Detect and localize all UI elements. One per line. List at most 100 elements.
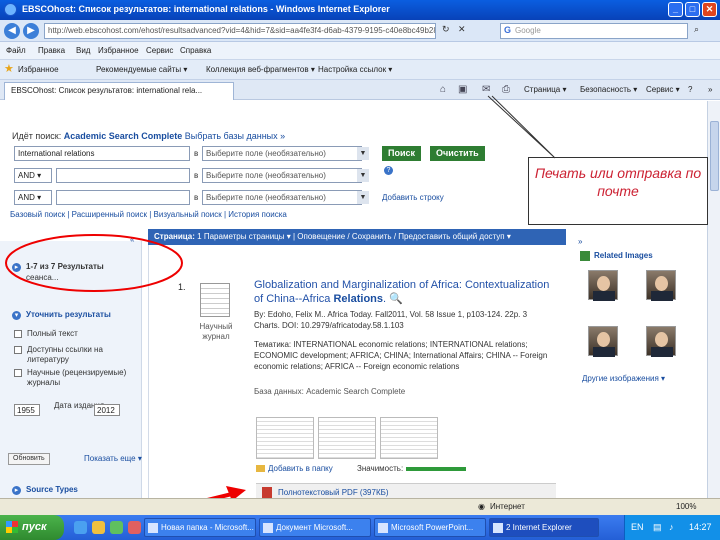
result-title[interactable]: Globalization and Marginalization of Afr… [254, 278, 554, 306]
add-row-link[interactable]: Добавить строку [382, 193, 444, 202]
expand-icon[interactable]: ▾ [12, 311, 21, 320]
share-menu[interactable]: Оповещение / Сохранить / Предоставить об… [297, 232, 511, 241]
visual-search-link[interactable]: Визуальный поиск [154, 210, 222, 219]
zoom-level[interactable]: 100% [676, 502, 696, 511]
mail-icon[interactable]: ✉ [482, 84, 490, 95]
choose-databases-link[interactable]: Выбрать базы данных » [185, 131, 285, 141]
more-images-link[interactable]: Другие изображения ▾ [582, 374, 665, 383]
taskbar-item-folder[interactable]: Новая папка - Microsoft... [144, 518, 256, 537]
help-icon[interactable]: ? [688, 85, 692, 94]
search-box[interactable]: G Google [500, 23, 688, 39]
address-input[interactable]: http://web.ebscohost.com/ehost/resultsad… [44, 23, 436, 39]
advanced-search-link[interactable]: Расширенный поиск [72, 210, 147, 219]
search-history-link[interactable]: История поиска [228, 210, 287, 219]
year-to-input[interactable]: 2012 [94, 404, 120, 416]
field-select-2[interactable]: Выберите поле (необязательно) [202, 168, 362, 183]
collapse-left-icon[interactable]: « [130, 235, 134, 244]
search-go-icon[interactable]: ⌕ [694, 24, 699, 35]
clock[interactable]: 14:27 [689, 522, 712, 532]
checkbox-fulltext[interactable] [14, 330, 22, 338]
tray-volume-icon[interactable]: ♪ [669, 522, 674, 532]
document-icon[interactable] [200, 283, 230, 317]
maximize-button[interactable]: □ [685, 2, 700, 17]
taskbar-item-ie[interactable]: 2 Internet Explorer [489, 518, 599, 537]
chevron-down-icon[interactable]: ▼ [357, 169, 369, 182]
menu-view[interactable]: Вид [76, 46, 90, 55]
refresh-icon[interactable]: ↻ [442, 24, 450, 35]
search-term-3[interactable] [56, 190, 190, 205]
show-more-link[interactable]: Показать еще ▾ [84, 454, 142, 463]
search-term-1[interactable]: International relations [14, 146, 190, 161]
bool-select-3[interactable]: AND ▾ [14, 190, 52, 205]
menu-edit[interactable]: Правка [38, 46, 65, 55]
vertical-scrollbar[interactable] [707, 101, 720, 515]
menu-favorites[interactable]: Избранное [98, 46, 139, 55]
menu-help[interactable]: Справка [180, 46, 211, 55]
search-term-2[interactable] [56, 168, 190, 183]
tray-network-icon[interactable]: ▤ [653, 522, 662, 533]
page-thumbnail-1[interactable] [256, 417, 314, 459]
page-thumbnail-3[interactable] [380, 417, 438, 459]
page-number[interactable]: 1 [197, 232, 201, 241]
close-window-button[interactable]: ✕ [702, 2, 717, 17]
field-select-3[interactable]: Выберите поле (необязательно) [202, 190, 362, 205]
print-icon[interactable]: ⎙ [502, 84, 510, 95]
field-select-1[interactable]: Выберите поле (необязательно) [202, 146, 362, 161]
results-subtext: сеанса... [26, 273, 59, 282]
favorites-button[interactable]: Избранное [18, 65, 59, 74]
safety-menu[interactable]: Безопасность ▾ [580, 85, 637, 94]
favorites-item-links[interactable]: Настройка ссылок ▾ [318, 65, 392, 74]
help-icon[interactable]: ? [384, 166, 393, 175]
taskbar-item-powerpoint[interactable]: Microsoft PowerPoint... [374, 518, 486, 537]
pdf-fulltext-link[interactable]: Полнотекстовый PDF (397КБ) [278, 488, 389, 497]
page-thumbnail-2[interactable] [318, 417, 376, 459]
clear-button[interactable]: Очистить [430, 146, 485, 161]
expand-icon[interactable]: ▸ [12, 263, 21, 272]
favorites-star-icon[interactable]: ★ [4, 62, 14, 75]
collapse-right-icon[interactable]: » [578, 237, 582, 246]
back-button[interactable]: ◀ [4, 23, 20, 39]
page-menu[interactable]: Страница ▾ [524, 85, 567, 94]
bool-select-2[interactable]: AND ▾ [14, 168, 52, 183]
quicklaunch-media-icon[interactable] [128, 521, 141, 534]
checkbox-peer-reviewed[interactable] [14, 369, 22, 377]
forward-button[interactable]: ▶ [23, 23, 39, 39]
source-types-heading[interactable]: Source Types [26, 485, 78, 494]
taskbar-item-word[interactable]: Документ Microsoft... [259, 518, 371, 537]
minimize-button[interactable]: _ [668, 2, 683, 17]
menu-tools[interactable]: Сервис [146, 46, 173, 55]
search-button[interactable]: Поиск [382, 146, 422, 161]
feeds-icon[interactable]: ▣ [458, 84, 467, 95]
favorites-item-suggested[interactable]: Рекомендуемые сайты ▾ [96, 65, 187, 74]
tools-menu[interactable]: Сервис ▾ [646, 85, 680, 94]
searching-header: Идёт поиск: Academic Search Complete Выб… [12, 131, 285, 141]
browser-tab[interactable]: EBSCOhost: Список результатов: internati… [4, 82, 234, 100]
quicklaunch-desktop-icon[interactable] [110, 521, 123, 534]
basic-search-link[interactable]: Базовый поиск [10, 210, 65, 219]
update-button[interactable]: Обновить [8, 453, 50, 465]
related-image-3[interactable] [588, 326, 618, 357]
checkbox-references[interactable] [14, 346, 22, 354]
year-from-input[interactable]: 1955 [14, 404, 40, 416]
preview-magnifier-icon[interactable]: 🔍 [389, 293, 403, 305]
start-button[interactable]: пуск [0, 515, 64, 540]
quicklaunch-ie-icon[interactable] [74, 521, 87, 534]
add-to-folder-link[interactable]: Добавить в папку [256, 464, 333, 473]
quicklaunch-folder-icon[interactable] [92, 521, 105, 534]
menu-file[interactable]: Файл [6, 46, 26, 55]
expand-icon[interactable]: ▸ [12, 486, 21, 495]
stop-icon[interactable]: ✕ [458, 24, 466, 35]
related-image-1[interactable] [588, 270, 618, 301]
page-options-menu[interactable]: Параметры страницы ▾ [204, 232, 291, 241]
home-icon[interactable]: ⌂ [440, 84, 446, 95]
language-indicator[interactable]: EN [631, 522, 644, 532]
chevron-down-icon[interactable]: ▼ [357, 191, 369, 204]
related-image-4[interactable] [646, 326, 676, 357]
database-name[interactable]: Academic Search Complete [64, 131, 183, 141]
chevron-down-icon[interactable]: ▼ [357, 147, 369, 160]
more-commands-icon[interactable]: » [708, 85, 712, 94]
scrollbar-thumb[interactable] [710, 121, 719, 191]
favorites-item-webslices[interactable]: Коллекция веб-фрагментов ▾ [206, 65, 315, 74]
related-image-2[interactable] [646, 270, 676, 301]
result-title-highlight[interactable]: Relations [333, 293, 383, 305]
